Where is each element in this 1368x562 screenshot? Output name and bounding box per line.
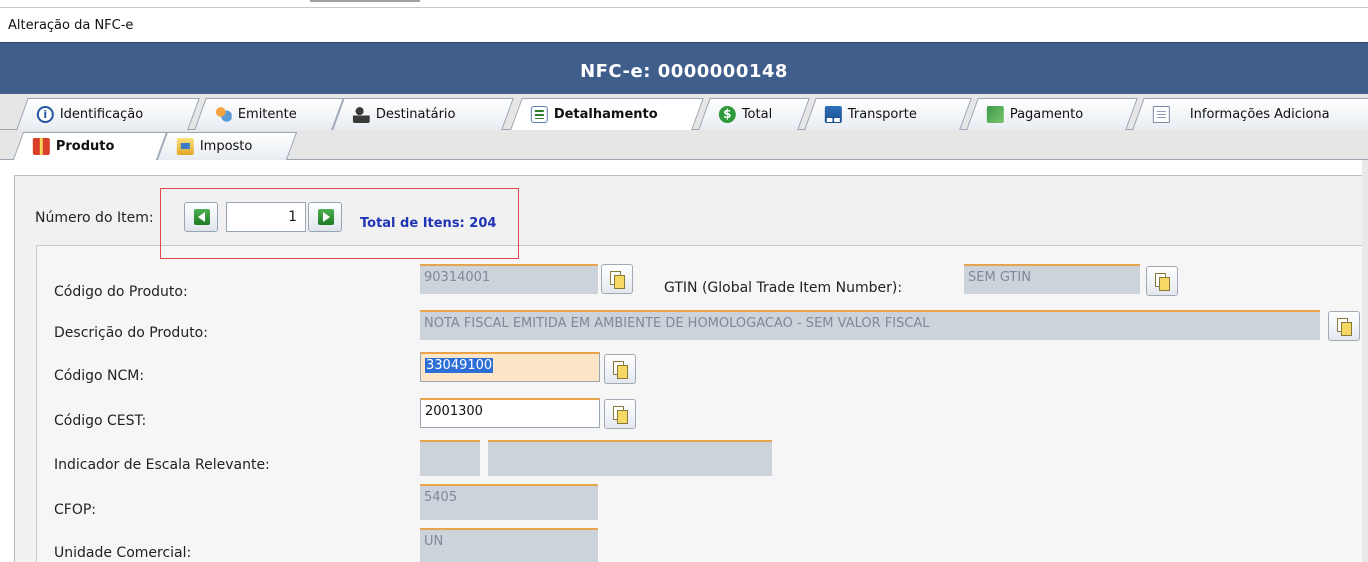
document-number-title: NFC-e: 0000000148 xyxy=(580,61,788,82)
copy-gtin-button[interactable] xyxy=(1146,266,1178,296)
gtin-label: GTIN (Global Trade Item Number): xyxy=(664,280,903,296)
background-window-strip xyxy=(0,0,1368,8)
tab-destinatario[interactable]: Destinatário xyxy=(332,98,514,130)
document-header: NFC-e: 0000000148 xyxy=(0,42,1368,94)
tab-pagamento[interactable]: Pagamento xyxy=(966,98,1138,130)
tab-emitente[interactable]: Emitente xyxy=(194,98,344,130)
copy-icon xyxy=(613,406,628,424)
copy-cest-button[interactable] xyxy=(604,399,636,429)
tab-label: Detalhamento xyxy=(553,107,658,122)
main-tab-bar: i Identificação Emitente Destinatário De… xyxy=(0,94,1368,130)
unidade-comercial-label: Unidade Comercial: xyxy=(54,545,192,561)
background-window-fragment xyxy=(310,0,420,2)
cest-label: Código CEST: xyxy=(54,413,147,429)
descricao-produto-label: Descrição do Produto: xyxy=(54,325,208,341)
ncm-label: Código NCM: xyxy=(54,368,145,384)
item-number-label: Número do Item: xyxy=(35,210,154,226)
tab-label: Pagamento xyxy=(1009,107,1084,122)
people-icon xyxy=(214,106,232,123)
tab-label: Informações Adiciona xyxy=(1189,107,1330,122)
copy-icon xyxy=(613,361,628,379)
copy-icon xyxy=(1155,273,1170,291)
copy-codigo-produto-button[interactable] xyxy=(601,264,633,294)
gtin-field[interactable]: SEM GTIN xyxy=(964,264,1140,294)
escala-relevante-code-field[interactable] xyxy=(420,440,480,476)
cfop-field[interactable]: 5405 xyxy=(420,484,598,520)
unidade-comercial-field[interactable]: UN xyxy=(420,528,598,562)
window-title: Alteração da NFC-e xyxy=(8,18,134,33)
highlight-annotation-box xyxy=(160,188,519,259)
tab-label: Identificação xyxy=(59,107,144,122)
tab-label: Destinatário xyxy=(375,107,456,122)
imposto-icon xyxy=(176,138,194,155)
codigo-produto-label: Código do Produto: xyxy=(54,284,188,300)
detail-icon xyxy=(530,106,548,123)
tab-label: Produto xyxy=(55,139,115,154)
cfop-label: CFOP: xyxy=(54,502,97,518)
tab-transporte[interactable]: Transporte xyxy=(804,98,972,130)
escala-relevante-label: Indicador de Escala Relevante: xyxy=(54,457,270,473)
tab-informacoes-adicionais[interactable]: Informações Adiciona xyxy=(1132,98,1368,130)
ncm-value-selected: 33049100 xyxy=(425,358,494,373)
tab-imposto[interactable]: Imposto xyxy=(156,132,298,160)
scrollbar-edge[interactable] xyxy=(1362,160,1368,562)
tab-produto[interactable]: Produto xyxy=(12,132,168,160)
tab-identificacao[interactable]: i Identificação xyxy=(16,98,200,130)
copy-icon xyxy=(1337,318,1352,336)
truck-icon xyxy=(824,106,842,123)
gift-icon xyxy=(32,138,50,155)
tab-label: Transporte xyxy=(847,107,917,122)
escala-relevante-description-field[interactable] xyxy=(488,440,772,476)
tab-label: Emitente xyxy=(237,107,297,122)
copy-descricao-button[interactable] xyxy=(1328,311,1360,341)
dollar-icon: $ xyxy=(718,106,736,123)
sub-tab-bar: Produto Imposto xyxy=(0,130,1368,160)
person-icon xyxy=(352,106,370,123)
info-icon: i xyxy=(36,106,54,123)
copy-ncm-button[interactable] xyxy=(604,354,636,384)
tab-detalhamento[interactable]: Detalhamento xyxy=(510,98,704,130)
money-icon xyxy=(986,106,1004,123)
tab-label: Imposto xyxy=(199,139,253,154)
document-icon xyxy=(1152,106,1170,123)
tab-total[interactable]: $ Total xyxy=(698,98,810,130)
codigo-produto-field[interactable]: 90314001 xyxy=(420,264,598,294)
ncm-field[interactable]: 33049100 xyxy=(420,352,600,382)
copy-icon xyxy=(610,271,625,289)
descricao-produto-field[interactable]: NOTA FISCAL EMITIDA EM AMBIENTE DE HOMOL… xyxy=(420,310,1320,340)
tab-label: Total xyxy=(741,107,773,122)
cest-field[interactable]: 2001300 xyxy=(420,398,600,428)
window-titlebar: Alteração da NFC-e xyxy=(0,8,1368,42)
